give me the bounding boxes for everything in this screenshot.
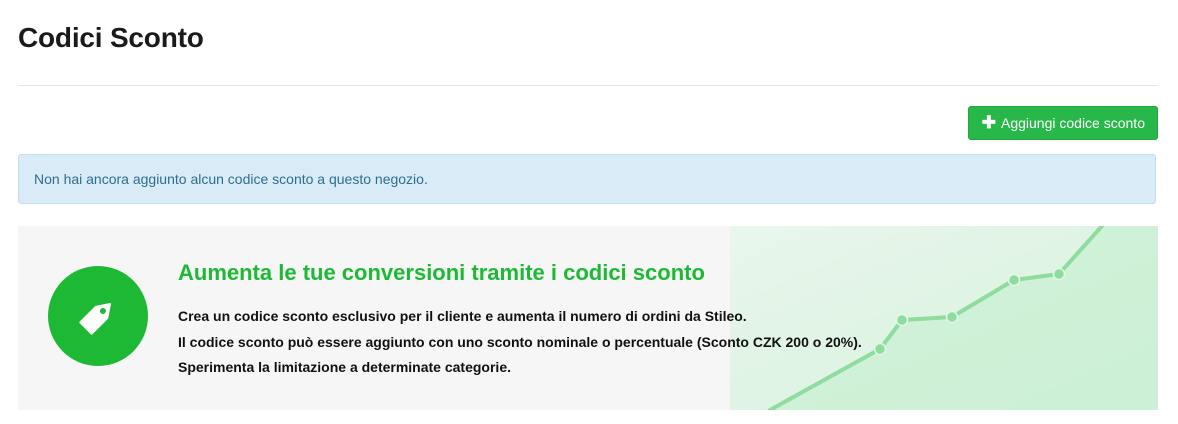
promo-line: Il codice sconto può essere aggiunto con… [178, 333, 862, 350]
promo-line: Sperimenta la limitazione a determinate … [178, 359, 511, 375]
header-divider [18, 85, 1158, 86]
tag-icon-badge [48, 266, 148, 366]
promo-heading: Aumenta le tue conversioni tramite i cod… [178, 260, 705, 285]
page-title: Codici Sconto [18, 22, 204, 53]
info-alert: Non hai ancora aggiunto alcun codice sco… [18, 154, 1156, 204]
plus-icon: ✚ [981, 113, 996, 132]
add-discount-code-label: Aggiungi codice sconto [1001, 115, 1145, 131]
promo-description: Crea un codice sconto esclusivo per il c… [178, 306, 862, 383]
tag-icon [79, 302, 112, 335]
info-alert-text: Non hai ancora aggiunto alcun codice sco… [34, 171, 428, 187]
promo-banner: Aumenta le tue conversioni tramite i cod… [18, 226, 1158, 410]
promo-line: Crea un codice sconto esclusivo per il c… [178, 308, 747, 324]
add-discount-code-button[interactable]: ✚ Aggiungi codice sconto [967, 106, 1158, 140]
